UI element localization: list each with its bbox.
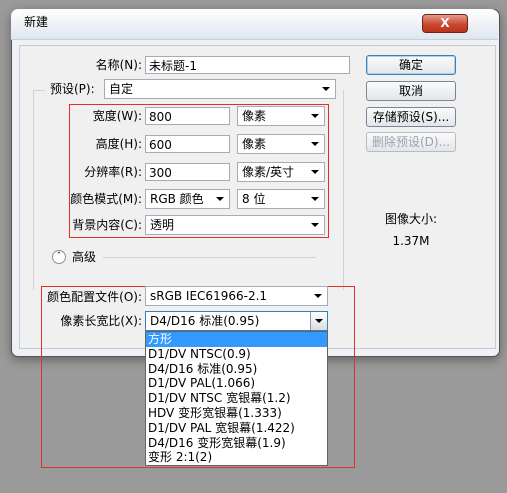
height-label: 高度(H): [95,137,142,151]
preset-group-border-top [33,90,45,91]
height-unit-select[interactable]: 像素 [237,134,325,154]
bit-depth-select[interactable]: 8 位 [237,189,325,209]
dropdown-option[interactable]: D4/D16 标准(0.95) [146,362,327,377]
chevron-down-icon [311,114,319,118]
advanced-toggle-label[interactable]: 高级 [72,249,96,265]
chevron-up-icon[interactable]: ˆ [52,250,66,264]
pixel-aspect-label: 像素长宽比(X): [60,314,142,328]
dropdown-option[interactable]: D1/DV NTSC 宽银幕(1.2) [146,391,327,406]
pixel-aspect-dropdown-list: 方形 D1/DV NTSC(0.9) D4/D16 标准(0.95) D1/DV… [145,331,328,466]
chevron-down-icon [311,142,319,146]
width-label: 宽度(W): [92,109,142,123]
resolution-unit-value: 像素/英寸 [242,165,295,179]
chevron-down-icon [311,170,319,174]
name-input[interactable]: 未标题-1 [145,56,350,74]
width-input[interactable]: 800 [145,107,230,125]
chevron-down-icon [322,87,330,91]
color-profile-select[interactable]: sRGB IEC61966-2.1 [145,286,328,306]
pixel-aspect-select[interactable]: D4/D16 标准(0.95) [145,311,328,331]
close-button[interactable]: X [422,14,468,33]
background-label: 背景内容(C): [72,218,142,232]
preset-select[interactable]: 自定 [104,79,336,99]
chevron-down-icon [314,294,322,298]
dialog-title: 新建 [24,15,49,29]
width-unit-value: 像素 [242,109,267,123]
resolution-unit-select[interactable]: 像素/英寸 [237,162,325,182]
pixel-aspect-value: D4/D16 标准(0.95) [150,314,260,328]
image-size-label: 图像大小: [384,212,438,226]
dropdown-option[interactable]: 方形 [146,332,327,347]
dropdown-option[interactable]: D4/D16 变形宽银幕(1.9) [146,436,327,451]
dropdown-option[interactable]: 变形 2:1(2) [146,450,327,465]
width-unit-select[interactable]: 像素 [237,106,325,126]
height-unit-value: 像素 [242,137,267,151]
chevron-down-icon [315,319,323,323]
chevron-down-icon [216,197,224,201]
image-size-value: 1.37M [392,234,430,248]
color-mode-label: 颜色模式(M): [70,192,142,206]
chevron-down-icon [311,197,319,201]
save-preset-button[interactable]: 存储预设(S)... [366,107,456,127]
preset-group-border-right [343,90,344,290]
cancel-button[interactable]: 取消 [366,81,456,101]
ok-button[interactable]: 确定 [366,55,456,75]
dropdown-option[interactable]: D1/DV PAL(1.066) [146,376,327,391]
preset-select-value: 自定 [109,82,134,96]
dropdown-option[interactable]: D1/DV PAL 宽银幕(1.422) [146,421,327,436]
preset-group-border-left [33,90,34,290]
dropdown-option[interactable]: D1/DV NTSC(0.9) [146,347,327,362]
preset-label: 预设(P): [50,79,102,99]
photoshop-new-dialog-screenshot: 新建 X 名称(N): 未标题-1 预设(P): 自定 宽度(W): 800 像… [0,0,507,493]
color-profile-value: sRGB IEC61966-2.1 [150,289,268,303]
name-label: 名称(N): [95,58,142,72]
dropdown-option[interactable]: HDV 变形宽银幕(1.333) [146,406,327,421]
dropdown-button[interactable] [310,312,327,330]
resolution-input[interactable]: 300 [145,163,230,181]
bit-depth-value: 8 位 [242,192,266,206]
color-mode-value: RGB 颜色 [150,192,204,206]
delete-preset-button: 删除预设(D)... [366,132,456,152]
background-select[interactable]: 透明 [145,215,325,235]
color-mode-select[interactable]: RGB 颜色 [145,189,230,209]
advanced-divider [103,257,316,258]
chevron-down-icon [311,223,319,227]
color-profile-label: 颜色配置文件(O): [47,290,142,304]
height-input[interactable]: 600 [145,135,230,153]
resolution-label: 分辨率(R): [84,165,142,179]
background-value: 透明 [150,218,175,232]
